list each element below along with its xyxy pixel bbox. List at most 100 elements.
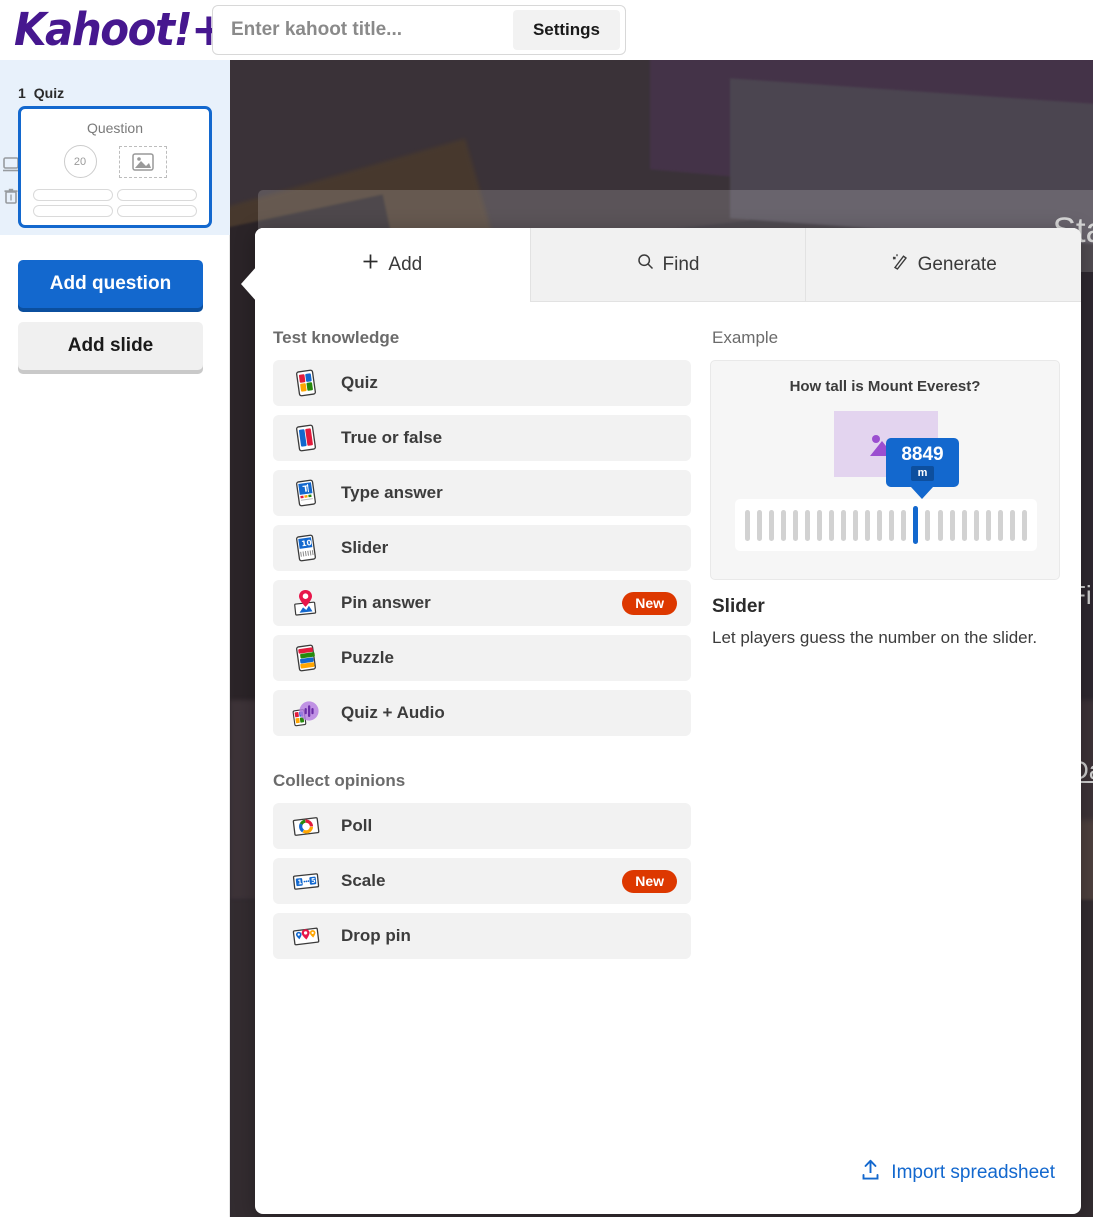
add-question-button[interactable]: Add question: [18, 260, 203, 308]
question-type-label: Type answer: [341, 483, 443, 502]
true-false-card-icon: [291, 423, 321, 453]
add-slide-button[interactable]: Add slide: [18, 322, 203, 370]
svg-text:10: 10: [301, 538, 313, 548]
slider-tick: [889, 509, 895, 541]
slider-tick: [781, 509, 787, 541]
thumbnail-timer: 20: [63, 145, 97, 178]
slider-tick: [793, 509, 799, 541]
tab-find[interactable]: Find: [529, 228, 806, 302]
tab-find-label: Find: [662, 253, 700, 275]
settings-button[interactable]: Settings: [512, 10, 620, 50]
thumbnail-middle-row: 20: [21, 145, 209, 178]
question-type-quiz-audio[interactable]: Quiz + Audio: [273, 690, 691, 736]
kahoot-title-input[interactable]: [213, 6, 513, 54]
example-preview-card: How tall is Mount Everest? 8849 m: [710, 360, 1060, 580]
quiz-audio-icon: [291, 698, 321, 728]
question-type-label: Drop pin: [341, 926, 411, 945]
new-badge: New: [622, 869, 677, 893]
question-type-true-or-false[interactable]: True or false: [273, 415, 691, 461]
question-type-quiz[interactable]: Quiz: [273, 360, 691, 406]
poll-donut-icon: [291, 811, 321, 841]
slider-tick: [973, 509, 979, 541]
slide-type-label: Quiz: [33, 85, 65, 101]
top-bar: Kahoot!+ Settings: [0, 0, 1093, 60]
scale-icon: 1 5: [291, 866, 321, 896]
upload-icon: [860, 1159, 881, 1186]
question-type-label: Puzzle: [341, 648, 394, 667]
slider-tick: [949, 509, 955, 541]
tab-add-label: Add: [388, 253, 423, 275]
example-bubble-tail: [911, 487, 933, 499]
slider-tick: [829, 509, 835, 541]
slider-card-icon: 10: [291, 533, 321, 563]
tab-generate[interactable]: Generate: [805, 228, 1081, 302]
thumbnail-answer-slot: [33, 205, 113, 217]
modal-body: Test knowledge Quiz True or false T Type…: [255, 302, 1081, 1214]
question-type-slider[interactable]: 10 Slider: [273, 525, 691, 571]
kahoot-logo-text: Kahoot!+: [14, 2, 226, 56]
new-badge: New: [622, 591, 677, 615]
question-type-scale[interactable]: 1 5 Scale New: [273, 858, 691, 904]
image-placeholder-icon: [118, 145, 167, 178]
question-type-label: Quiz: [341, 373, 378, 392]
type-answer-card-icon: T: [291, 478, 321, 508]
slider-tick: [757, 509, 763, 541]
slider-tick: [877, 509, 883, 541]
slider-tick: [961, 509, 967, 541]
slider-tick: [769, 509, 775, 541]
question-type-type-answer[interactable]: T Type answer: [273, 470, 691, 516]
slider-tick: [841, 509, 847, 541]
question-type-pin-answer[interactable]: Pin answer New: [273, 580, 691, 626]
search-icon: [637, 253, 654, 276]
example-label: Example: [712, 328, 779, 347]
slider-tick: [985, 509, 991, 541]
thumbnail-answer-slot: [117, 189, 197, 201]
question-type-label: Pin answer: [341, 593, 431, 612]
example-question-text: How tall is Mount Everest?: [789, 378, 981, 395]
slider-tick: [901, 509, 907, 541]
question-type-label: Poll: [341, 816, 373, 835]
title-field-group: Settings: [212, 5, 626, 55]
question-type-drop-pin[interactable]: Drop pin: [273, 913, 691, 959]
slide-thumbnail[interactable]: Question 20: [18, 106, 212, 228]
example-slider-unit: m: [910, 465, 935, 481]
quiz-card-icon: [291, 368, 321, 398]
example-value-bubble: 8849 m: [886, 438, 959, 487]
slider-tick: [997, 509, 1003, 541]
slide-label-row: 1 Quiz: [18, 85, 64, 101]
import-spreadsheet-button[interactable]: Import spreadsheet: [860, 1159, 1055, 1186]
question-type-puzzle[interactable]: Puzzle: [273, 635, 691, 681]
kahoot-logo[interactable]: Kahoot!+: [14, 3, 226, 56]
puzzle-card-icon: [291, 643, 321, 673]
slider-tick: [937, 509, 943, 541]
modal-pointer-arrow: [241, 266, 257, 302]
section-heading-test-knowledge: Test knowledge: [273, 328, 400, 347]
svg-text:1: 1: [297, 878, 302, 886]
example-panel: Example How tall is Mount Everest? 8849 …: [691, 324, 1063, 1214]
import-spreadsheet-label: Import spreadsheet: [891, 1161, 1055, 1183]
slider-tick: [853, 509, 859, 541]
slider-tick: [745, 509, 750, 541]
slider-tick: [805, 509, 811, 541]
example-type-description: Let players guess the number on the slid…: [712, 628, 1038, 647]
slider-tick: [817, 509, 823, 541]
modal-tabs: Add Find Generate: [255, 228, 1081, 302]
tab-add[interactable]: Add: [255, 228, 530, 302]
kahoot-editor-page: Start ty Fi Da Kahoot!+ Settings 1 Quiz: [0, 0, 1093, 1217]
example-slider-value: 8849: [901, 443, 944, 465]
plus-icon: [362, 253, 379, 276]
section-heading-collect-opinions: Collect opinions: [273, 771, 406, 790]
question-type-list: Test knowledge Quiz True or false T Type…: [273, 324, 691, 1214]
slider-tick: [865, 509, 871, 541]
slide-number: 1: [18, 85, 26, 101]
slider-tick: [1021, 509, 1027, 541]
question-type-poll[interactable]: Poll: [273, 803, 691, 849]
example-slider-track[interactable]: [735, 499, 1037, 551]
slider-selected-tick: [913, 506, 919, 544]
thumbnail-question-label: Question: [86, 120, 144, 136]
thumbnail-answer-slot: [33, 189, 113, 201]
example-type-title: Slider: [712, 596, 765, 617]
svg-text:5: 5: [311, 877, 316, 885]
tab-generate-label: Generate: [917, 253, 997, 275]
